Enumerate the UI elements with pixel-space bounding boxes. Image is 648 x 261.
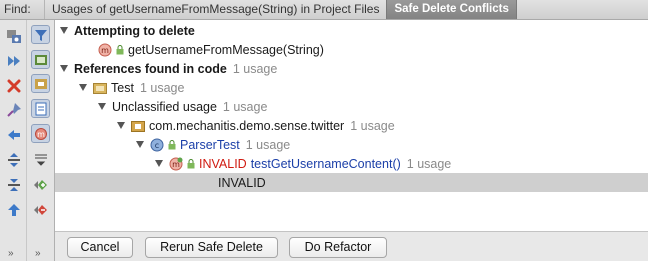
method-test-icon: m — [169, 157, 183, 171]
usage-count: 1 usage — [406, 156, 452, 171]
tree-row-attempting[interactable]: Attempting to delete — [55, 21, 648, 40]
group-by-method-icon[interactable]: m — [31, 124, 50, 143]
gear-icon[interactable] — [4, 26, 23, 45]
pin-icon[interactable] — [4, 100, 23, 119]
rerun-icon[interactable] — [4, 51, 23, 70]
tree-node-label: Test — [111, 80, 134, 95]
tree-row-package[interactable]: com.mechanitis.demo.sense.twitter 1 usag… — [55, 116, 648, 135]
include-icon[interactable] — [31, 175, 50, 194]
collapse-all-icon[interactable] — [4, 175, 23, 194]
usage-count: 1 usage — [350, 118, 395, 133]
toolbar-right: m » — [27, 20, 55, 261]
tab-safe-delete-conflicts[interactable]: Safe Delete Conflicts — [386, 0, 517, 19]
folder-icon — [93, 82, 107, 94]
tree-node-label: testGetUsernameContent() — [250, 156, 401, 171]
expand-arrow-icon[interactable] — [117, 122, 125, 129]
filter-icon[interactable] — [31, 25, 50, 44]
invalid-marker: INVALID — [199, 156, 247, 171]
merge-lines-icon[interactable] — [31, 150, 50, 169]
usage-count: 1 usage — [232, 61, 278, 76]
method-icon: m — [98, 43, 112, 57]
more-left-icon[interactable]: » — [8, 248, 14, 259]
tree-node-label: com.mechanitis.demo.sense.twitter — [149, 118, 345, 133]
conflicts-tree[interactable]: Attempting to delete m getUsernameFromMe… — [55, 20, 648, 231]
group-by-file-icon[interactable] — [31, 99, 50, 118]
expand-arrow-icon[interactable] — [60, 65, 68, 72]
tree-row-method[interactable]: m INVALID testGetUsernameContent() 1 usa… — [55, 154, 648, 173]
lock-icon — [187, 158, 195, 169]
svg-text:m: m — [37, 130, 45, 139]
class-icon: c — [150, 138, 164, 152]
cancel-button[interactable]: Cancel — [67, 237, 133, 258]
tab-usages[interactable]: Usages of getUsernameFromMessage(String)… — [44, 0, 386, 19]
svg-text:m: m — [101, 46, 109, 55]
usage-count: 1 usage — [245, 137, 291, 152]
tree-row-class[interactable]: c ParserTest 1 usage — [55, 135, 648, 154]
tree-node-label: Unclassified usage — [112, 99, 217, 114]
find-tab-bar: Find: Usages of getUsernameFromMessage(S… — [0, 0, 648, 20]
group-by-package-icon[interactable] — [31, 74, 50, 93]
tree-node-label: References found in code — [74, 61, 227, 76]
tree-row-target[interactable]: m getUsernameFromMessage(String) — [55, 40, 648, 59]
close-icon[interactable] — [4, 76, 23, 95]
do-refactor-button[interactable]: Do Refactor — [289, 237, 387, 258]
previous-icon[interactable] — [4, 125, 23, 144]
toolbar-left: » — [0, 20, 27, 261]
svg-text:c: c — [155, 141, 159, 150]
tree-node-label: INVALID — [218, 175, 266, 190]
button-bar: Cancel Rerun Safe Delete Do Refactor — [55, 231, 648, 261]
expand-arrow-icon[interactable] — [60, 27, 68, 34]
find-label: Find: — [4, 2, 31, 16]
expand-arrow-icon[interactable] — [155, 160, 163, 167]
group-by-module-icon[interactable] — [31, 50, 50, 69]
package-icon — [131, 120, 145, 132]
tree-node-label: Attempting to delete — [74, 23, 195, 38]
tree-row-unclassified[interactable]: Unclassified usage 1 usage — [55, 97, 648, 116]
tree-row-usage-selected[interactable]: INVALID — [55, 173, 648, 192]
usage-count: 1 usage — [222, 99, 268, 114]
rerun-safe-delete-button[interactable]: Rerun Safe Delete — [145, 237, 278, 258]
lock-icon — [116, 44, 124, 55]
lock-icon — [168, 139, 176, 150]
tree-node-label: getUsernameFromMessage(String) — [128, 42, 324, 57]
tree-row-references[interactable]: References found in code 1 usage — [55, 59, 648, 78]
tree-node-label: ParserTest — [180, 137, 240, 152]
more-right-icon[interactable]: » — [35, 248, 41, 259]
tree-row-test[interactable]: Test 1 usage — [55, 78, 648, 97]
navigate-up-icon[interactable] — [4, 200, 23, 219]
expand-all-icon[interactable] — [4, 150, 23, 169]
exclude-icon[interactable] — [31, 200, 50, 219]
usage-count: 1 usage — [139, 80, 185, 95]
expand-arrow-icon[interactable] — [79, 84, 87, 91]
expand-arrow-icon[interactable] — [136, 141, 144, 148]
expand-arrow-icon[interactable] — [98, 103, 106, 110]
